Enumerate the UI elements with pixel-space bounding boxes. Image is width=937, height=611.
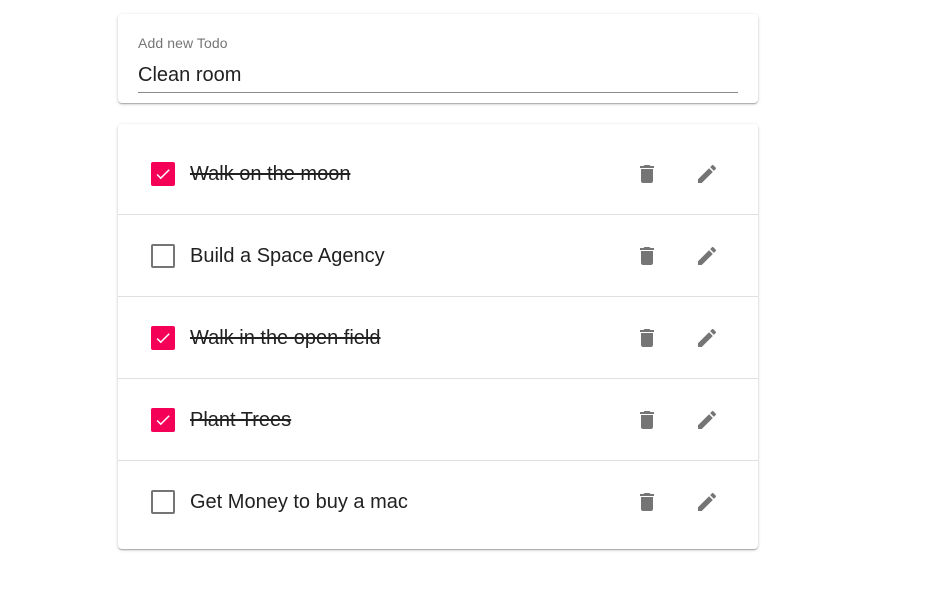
edit-button[interactable] [683, 314, 731, 362]
todo-text: Get Money to buy a mac [190, 491, 408, 513]
trash-icon [640, 493, 654, 511]
trash-icon [640, 329, 654, 347]
edit-button[interactable] [683, 478, 731, 526]
pencil-icon [698, 328, 717, 347]
todo-item: Get Money to buy a mac [118, 461, 758, 542]
todo-text: Walk on the moon [190, 163, 351, 185]
todo-item: Walk in the open field [118, 297, 758, 379]
todo-checkbox[interactable] [151, 408, 175, 432]
delete-button[interactable] [623, 314, 671, 362]
pencil-icon [698, 164, 717, 183]
trash-icon [640, 165, 654, 183]
pencil-icon [698, 410, 717, 429]
todo-item: Build a Space Agency [118, 215, 758, 297]
trash-icon [640, 411, 654, 429]
todo-checkbox[interactable] [151, 162, 175, 186]
todo-list-card: Walk on the moon Build a Space Agency Wa… [118, 124, 758, 549]
delete-button[interactable] [623, 232, 671, 280]
todo-text: Plant Trees [190, 409, 292, 431]
delete-button[interactable] [623, 478, 671, 526]
todo-list: Walk on the moon Build a Space Agency Wa… [118, 133, 758, 542]
todo-checkbox[interactable] [151, 244, 175, 268]
checkmark-icon [156, 333, 170, 344]
pencil-icon [698, 246, 717, 265]
new-todo-label: Add new Todo [138, 35, 228, 51]
checkmark-icon [156, 169, 170, 180]
todo-checkbox[interactable] [151, 490, 175, 514]
todo-text: Walk in the open field [190, 327, 381, 349]
todo-item: Walk on the moon [118, 133, 758, 215]
new-todo-field: Add new Todo [138, 34, 738, 94]
todo-text: Build a Space Agency [190, 245, 385, 267]
trash-icon [640, 247, 654, 265]
edit-button[interactable] [683, 396, 731, 444]
new-todo-input[interactable] [138, 58, 738, 93]
edit-button[interactable] [683, 232, 731, 280]
edit-button[interactable] [683, 150, 731, 198]
delete-button[interactable] [623, 396, 671, 444]
todo-checkbox[interactable] [151, 326, 175, 350]
new-todo-card: Add new Todo [118, 14, 758, 103]
todo-item: Plant Trees [118, 379, 758, 461]
delete-button[interactable] [623, 150, 671, 198]
pencil-icon [698, 492, 717, 511]
checkmark-icon [156, 415, 170, 426]
